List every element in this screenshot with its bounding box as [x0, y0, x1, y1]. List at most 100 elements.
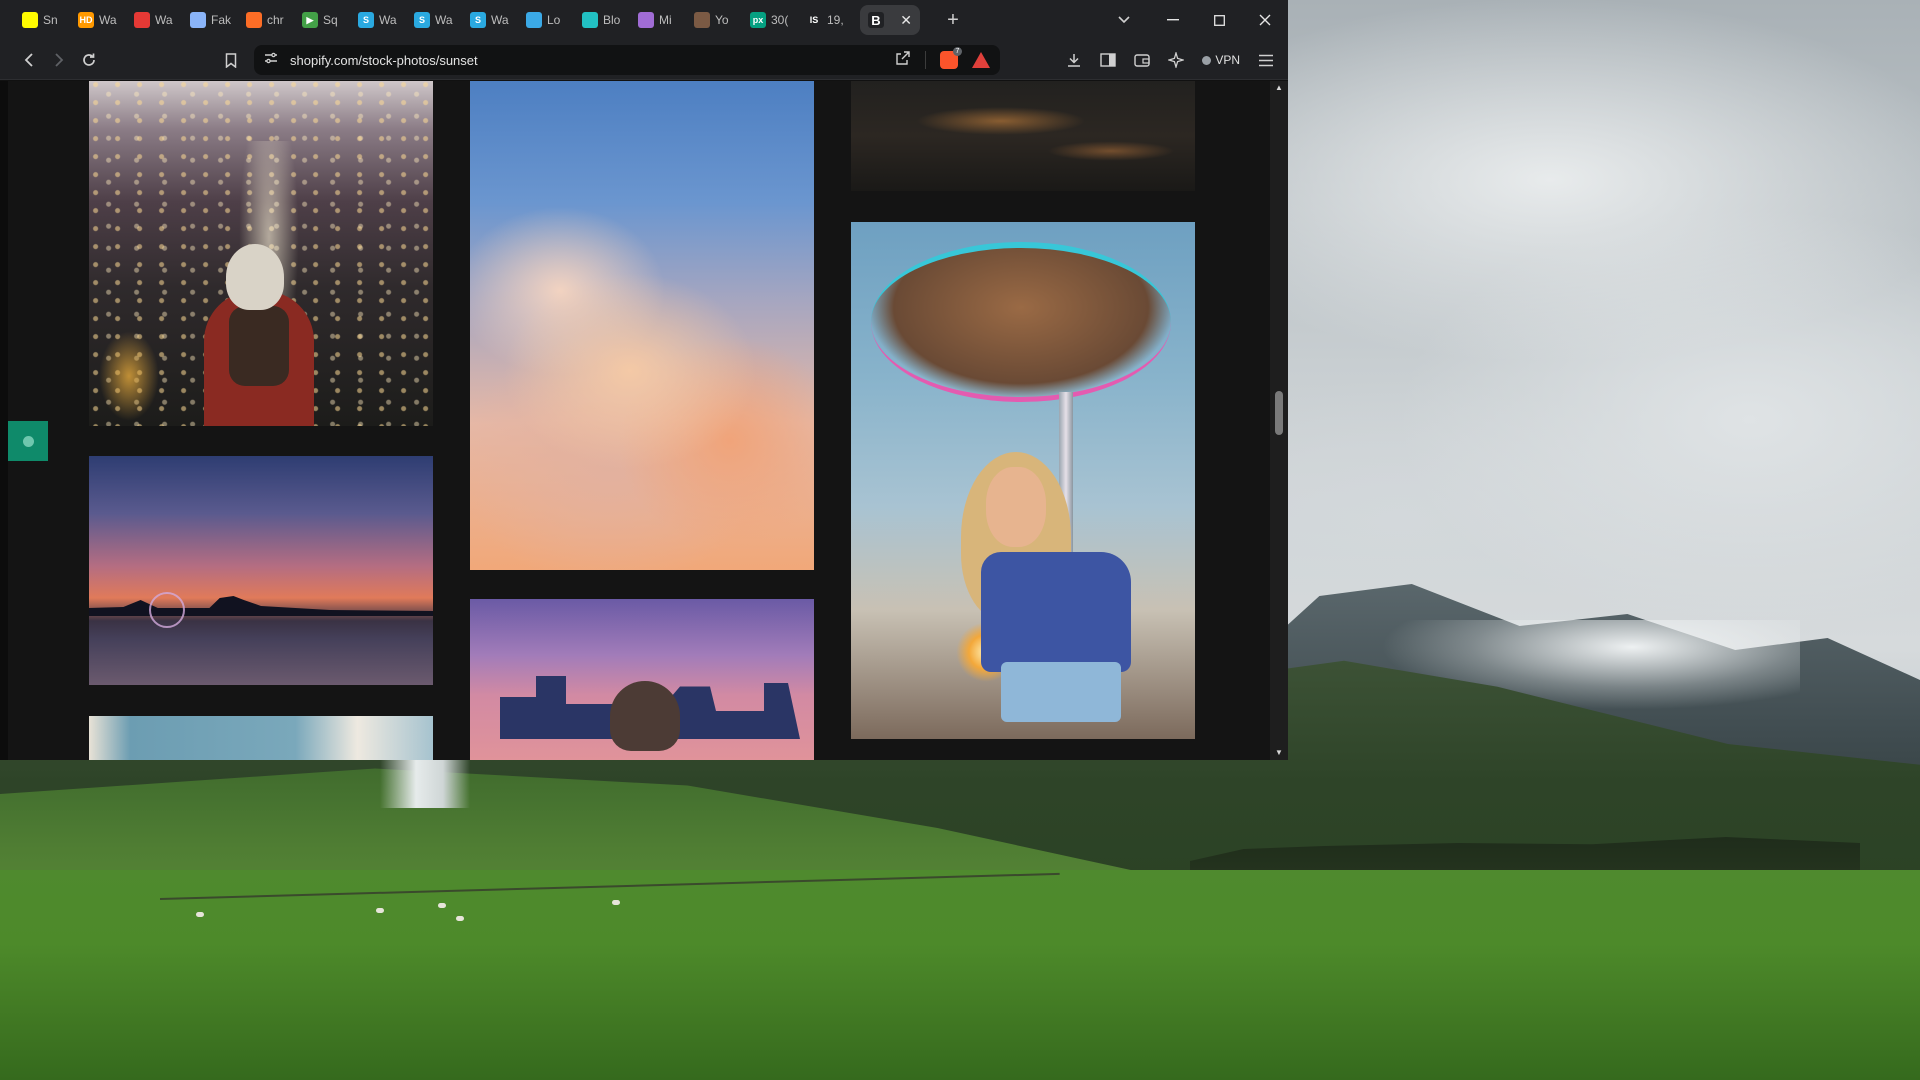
tab-label: Wa: [491, 13, 509, 27]
active-tab[interactable]: B ✕: [860, 5, 920, 35]
carousel-woman-photo[interactable]: [851, 222, 1195, 739]
wallpaper-sheep: [376, 908, 384, 913]
site-settings-icon[interactable]: [264, 51, 278, 69]
forward-button[interactable]: [44, 45, 74, 75]
vpn-status-icon: [1202, 55, 1212, 65]
document-icon: [190, 12, 206, 28]
feedback-tab[interactable]: [8, 421, 48, 461]
tab-9[interactable]: S Wa: [462, 5, 514, 35]
tab-label: 19,: [827, 13, 844, 27]
reload-button[interactable]: [74, 45, 104, 75]
backpack: [229, 306, 289, 386]
hood: [226, 244, 284, 310]
sunset-harbor-photo[interactable]: [89, 456, 433, 685]
tab-8[interactable]: S Wa: [406, 5, 458, 35]
tab-label: Lo: [547, 13, 561, 27]
tab-2[interactable]: HD Wa: [70, 5, 122, 35]
scroll-down-arrow-icon[interactable]: ▼: [1270, 746, 1288, 760]
tab-label: 30(: [771, 13, 789, 27]
sidebar-icon[interactable]: [1094, 46, 1122, 74]
tab-4[interactable]: Fak: [182, 5, 234, 35]
ferris-wheel: [149, 592, 185, 628]
dark-water-photo[interactable]: [851, 81, 1195, 191]
page-viewport: ▲ ▼: [0, 81, 1288, 760]
s-logo-icon: S: [470, 12, 486, 28]
tab-label: Wa: [435, 13, 453, 27]
wallpaper-sheep: [612, 900, 620, 905]
bookmark-icon[interactable]: [216, 45, 246, 75]
window-controls: [1104, 0, 1288, 40]
download-icon[interactable]: [1060, 46, 1088, 74]
woman-shorts: [1001, 662, 1121, 722]
brave-shields-icon[interactable]: 7: [940, 47, 962, 69]
vpn-label: VPN: [1215, 53, 1240, 67]
tab-7[interactable]: S Wa: [350, 5, 402, 35]
close-tab-icon[interactable]: ✕: [900, 12, 912, 29]
tab-label: Wa: [155, 13, 173, 27]
brave-rewards-icon[interactable]: [972, 52, 990, 68]
s-logo-icon: S: [414, 12, 430, 28]
tab-13[interactable]: Yo: [686, 5, 738, 35]
snapchat-icon: [22, 12, 38, 28]
leo-ai-icon[interactable]: [1162, 46, 1190, 74]
dusk-photographer-photo[interactable]: [470, 599, 814, 760]
address-bar-actions: 7: [895, 45, 990, 75]
s-logo-icon: S: [358, 12, 374, 28]
woman-shirt: [981, 552, 1131, 672]
tab-strip: Sn HD Wa Wa Fak chr ▶ Sq S Wa S Wa S Wa Lo Blo Mi Yo px 30(…: [0, 0, 1288, 40]
tab-label: Blo: [603, 13, 621, 27]
tab-12[interactable]: Mi: [630, 5, 682, 35]
toolbar-actions: VPN: [1060, 40, 1280, 80]
harbor-skyline: [89, 596, 433, 616]
tab-1[interactable]: Sn: [14, 5, 66, 35]
tab-14[interactable]: px 30(: [742, 5, 794, 35]
minimize-button[interactable]: [1150, 0, 1196, 40]
city-night-hood-photo[interactable]: [89, 81, 433, 426]
tab-15[interactable]: IS 19,: [798, 5, 850, 35]
back-button[interactable]: [14, 45, 44, 75]
grid-icon: [134, 12, 150, 28]
copilot-icon: [638, 12, 654, 28]
tab-label: Sq: [323, 13, 338, 27]
scroll-up-arrow-icon[interactable]: ▲: [1270, 81, 1288, 95]
px-icon: px: [750, 12, 766, 28]
woman-face: [986, 467, 1046, 547]
wallpaper-waterfall: [380, 758, 470, 808]
maximize-button[interactable]: [1196, 0, 1242, 40]
url-text[interactable]: shopify.com/stock-photos/sunset: [290, 53, 478, 68]
tab-label: Yo: [715, 13, 729, 27]
tab-5[interactable]: chr: [238, 5, 290, 35]
chevron-down-icon[interactable]: [1104, 0, 1144, 40]
address-bar[interactable]: shopify.com/stock-photos/sunset 7: [254, 45, 1000, 75]
tab-label: Sn: [43, 13, 58, 27]
close-window-button[interactable]: [1242, 0, 1288, 40]
tab-list: Sn HD Wa Wa Fak chr ▶ Sq S Wa S Wa S Wa Lo Blo Mi Yo px 30(…: [14, 5, 854, 35]
tab-label: Fak: [211, 13, 232, 27]
wallpaper-sheep: [456, 916, 464, 921]
b-logo-icon: B: [868, 12, 884, 28]
tab-10[interactable]: Lo: [518, 5, 570, 35]
shields-count-badge: 7: [953, 47, 962, 56]
scrollbar-thumb[interactable]: [1275, 391, 1283, 435]
tab-3[interactable]: Wa: [126, 5, 178, 35]
scrollbar[interactable]: ▲ ▼: [1270, 81, 1288, 760]
glacier-photo[interactable]: [89, 716, 433, 760]
info-icon: [22, 435, 34, 447]
tab-11[interactable]: Blo: [574, 5, 626, 35]
gitlab-icon: [246, 12, 262, 28]
wallet-icon[interactable]: [1128, 46, 1156, 74]
pink-clouds-photo[interactable]: [470, 81, 814, 570]
browser-window: Sn HD Wa Wa Fak chr ▶ Sq S Wa S Wa S Wa Lo Blo Mi Yo px 30(…: [0, 0, 1288, 760]
vpn-button[interactable]: VPN: [1196, 53, 1246, 67]
tab-6[interactable]: ▶ Sq: [294, 5, 346, 35]
browser-toolbar: shopify.com/stock-photos/sunset 7 VPN: [0, 40, 1288, 80]
new-tab-button[interactable]: +: [938, 9, 968, 32]
tab-label: Wa: [99, 13, 117, 27]
tab-label: Wa: [379, 13, 397, 27]
share-icon[interactable]: [895, 50, 911, 71]
tab-label: chr: [267, 13, 284, 27]
tree-lights: [99, 331, 159, 421]
menu-icon[interactable]: [1252, 46, 1280, 74]
nav-buttons: [14, 45, 104, 75]
cloud-icon: [526, 12, 542, 28]
